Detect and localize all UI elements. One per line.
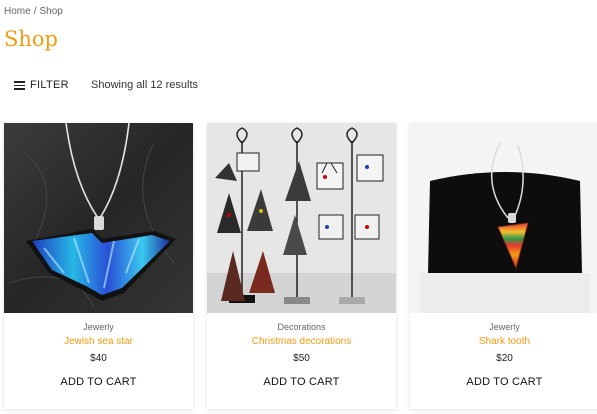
product-price: $20	[496, 353, 513, 364]
breadcrumb-current: Shop	[39, 6, 63, 17]
product-card: Decorations Christmas decorations $50 AD…	[207, 123, 396, 409]
product-price: $40	[90, 353, 107, 364]
product-image-sea-star-pendant[interactable]	[4, 123, 193, 313]
product-name-link[interactable]: Shark tooth	[479, 336, 530, 347]
product-category: Decorations	[277, 322, 326, 332]
product-name-link[interactable]: Christmas decorations	[252, 336, 351, 347]
add-to-cart-button[interactable]: ADD TO CART	[263, 376, 339, 388]
breadcrumb-home-link[interactable]: Home	[4, 6, 31, 17]
product-image-shark-tooth-pendant[interactable]	[410, 123, 597, 313]
add-to-cart-button[interactable]: ADD TO CART	[466, 376, 542, 388]
breadcrumb: Home / Shop	[4, 6, 63, 17]
product-card: Jewerly Jewish sea star $40 ADD TO CART	[4, 123, 193, 409]
product-name-link[interactable]: Jewish sea star	[64, 336, 133, 347]
page-title: Shop	[4, 27, 58, 51]
menu-icon	[14, 79, 25, 92]
product-grid: Jewerly Jewish sea star $40 ADD TO CART	[4, 123, 597, 409]
breadcrumb-separator: /	[33, 6, 37, 17]
product-price: $50	[293, 353, 310, 364]
filter-button[interactable]: FILTER	[14, 79, 69, 92]
product-image-christmas-decorations[interactable]	[207, 123, 396, 313]
filter-label: FILTER	[30, 79, 69, 92]
product-category: Jewerly	[83, 322, 114, 332]
add-to-cart-button[interactable]: ADD TO CART	[60, 376, 136, 388]
results-count: Showing all 12 results	[91, 79, 199, 91]
product-category: Jewerly	[489, 322, 520, 332]
product-card: Jewerly Shark tooth $20 ADD TO CART	[410, 123, 597, 409]
